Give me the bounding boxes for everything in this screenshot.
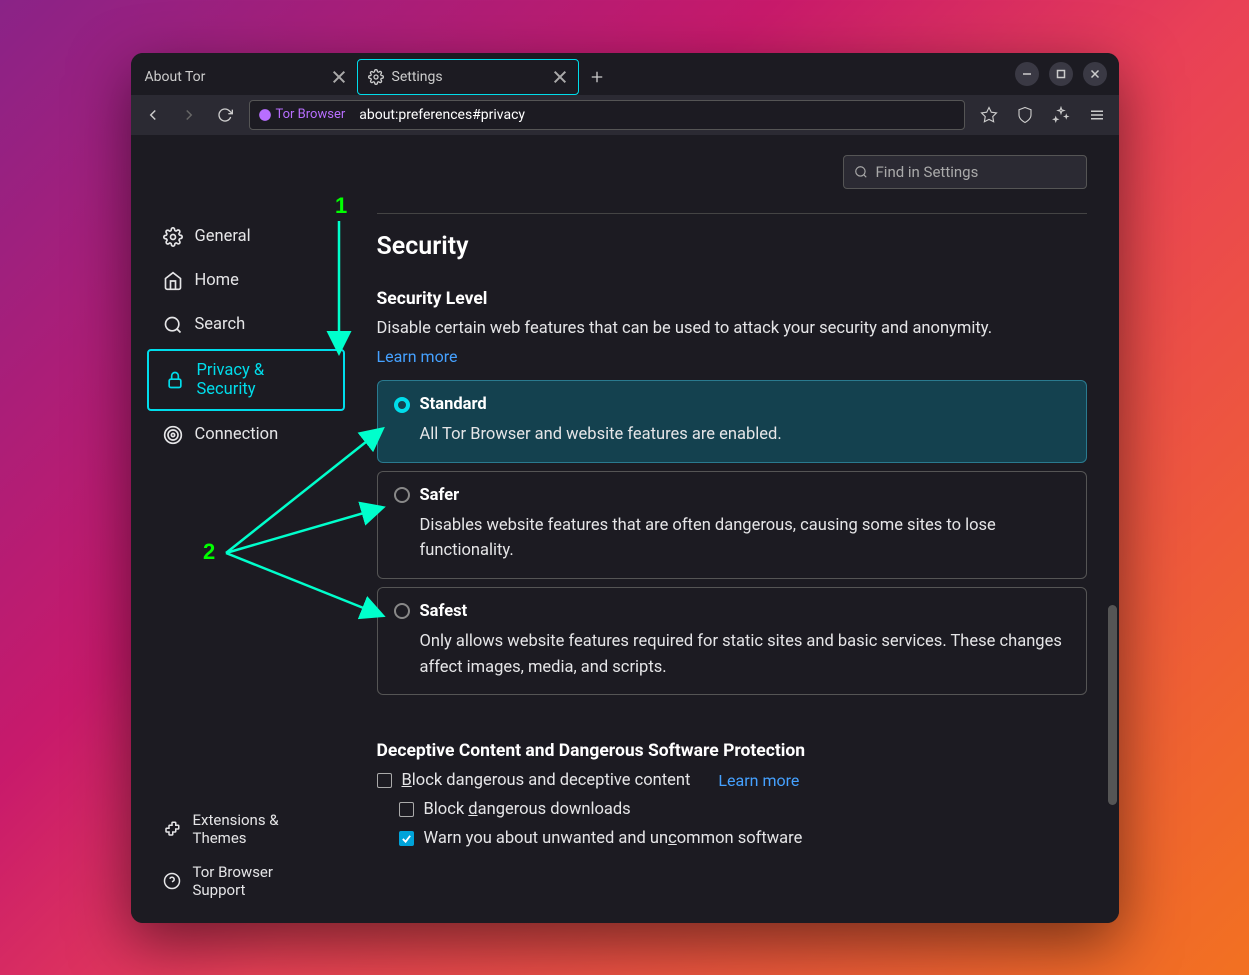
forward-button[interactable] (173, 99, 205, 131)
radio-description: All Tor Browser and website features are… (394, 422, 1070, 448)
content-area: General Home Search Privacy & Security C… (131, 135, 1119, 923)
reload-button[interactable] (209, 99, 241, 131)
checkbox-warn-uncommon[interactable] (399, 831, 414, 846)
security-level-radiogroup: Standard All Tor Browser and website fea… (377, 380, 1087, 695)
find-in-settings-input[interactable] (876, 163, 1076, 181)
tab-about-tor[interactable]: About Tor (135, 59, 357, 95)
main-panel: Security Security Level Disable certain … (361, 135, 1119, 923)
radio-label: Standard (420, 395, 487, 414)
checkbox-label: Block dangerous and deceptive content (402, 771, 691, 790)
sidebar-item-search[interactable]: Search (147, 305, 345, 345)
radio-button-icon (394, 603, 410, 619)
browser-window: About Tor Settings (131, 53, 1119, 923)
checkbox-block-downloads[interactable] (399, 802, 414, 817)
section-divider (377, 213, 1087, 214)
close-icon[interactable] (552, 69, 568, 85)
checkbox-block-deceptive[interactable] (377, 773, 392, 788)
tabstrip: About Tor Settings (131, 53, 1119, 95)
security-heading: Security (377, 232, 1087, 261)
scrollbar[interactable] (1108, 605, 1117, 805)
find-in-settings-bar[interactable] (843, 155, 1087, 189)
gear-icon (368, 69, 384, 85)
sidebar-extensions-themes[interactable]: Extensions & Themes (147, 803, 345, 855)
sidebar-label: Home (195, 271, 239, 290)
deceptive-content-section: Deceptive Content and Dangerous Software… (377, 741, 1087, 848)
new-identity-button[interactable] (1045, 99, 1077, 131)
url-identity-block[interactable]: Tor Browser (250, 101, 354, 129)
security-level-standard[interactable]: Standard All Tor Browser and website fea… (377, 380, 1087, 463)
radio-button-icon (394, 487, 410, 503)
minimize-button[interactable] (1015, 62, 1039, 86)
url-prefix-label: Tor Browser (276, 107, 346, 122)
security-level-description: Disable certain web features that can be… (377, 319, 993, 338)
radio-description: Only allows website features required fo… (394, 629, 1070, 680)
toolbar: Tor Browser about:preferences#privacy (131, 95, 1119, 135)
sidebar-label: Privacy & Security (197, 361, 327, 399)
bookmark-button[interactable] (973, 99, 1005, 131)
learn-more-link[interactable]: Learn more (718, 771, 799, 790)
security-level-safer[interactable]: Safer Disables website features that are… (377, 471, 1087, 579)
learn-more-link[interactable]: Learn more (377, 347, 458, 366)
sidebar: General Home Search Privacy & Security C… (131, 135, 361, 923)
tab-label: Settings (392, 69, 443, 85)
app-menu-button[interactable] (1081, 99, 1113, 131)
checkbox-label: Warn you about unwanted and uncommon sof… (424, 829, 803, 848)
sidebar-label: General (195, 227, 251, 246)
radio-button-icon (394, 397, 410, 413)
sidebar-label: Search (195, 315, 246, 334)
radio-label: Safer (420, 486, 460, 505)
tab-settings[interactable]: Settings (357, 59, 579, 95)
sidebar-tor-support[interactable]: Tor Browser Support (147, 855, 345, 907)
back-button[interactable] (137, 99, 169, 131)
radio-description: Disables website features that are often… (394, 513, 1070, 564)
deceptive-content-heading: Deceptive Content and Dangerous Software… (377, 741, 1087, 761)
sidebar-item-general[interactable]: General (147, 217, 345, 257)
window-controls (1015, 62, 1115, 86)
close-icon[interactable] (331, 69, 347, 85)
security-level-safest[interactable]: Safest Only allows website features requ… (377, 587, 1087, 695)
sidebar-footer-label: Tor Browser Support (193, 863, 329, 899)
sidebar-item-connection[interactable]: Connection (147, 415, 345, 455)
security-level-heading: Security Level (377, 289, 1087, 309)
url-bar[interactable]: Tor Browser about:preferences#privacy (249, 100, 965, 130)
sidebar-item-home[interactable]: Home (147, 261, 345, 301)
search-icon (854, 165, 868, 179)
sidebar-footer-label: Extensions & Themes (193, 811, 329, 847)
sidebar-label: Connection (195, 425, 279, 444)
tab-label: About Tor (145, 69, 206, 85)
url-text: about:preferences#privacy (353, 107, 525, 123)
shield-icon[interactable] (1009, 99, 1041, 131)
new-tab-button[interactable] (579, 59, 615, 95)
maximize-button[interactable] (1049, 62, 1073, 86)
checkbox-label: Block dangerous downloads (424, 800, 631, 819)
sidebar-item-privacy-security[interactable]: Privacy & Security (147, 349, 345, 411)
close-button[interactable] (1083, 62, 1107, 86)
radio-label: Safest (420, 602, 468, 621)
